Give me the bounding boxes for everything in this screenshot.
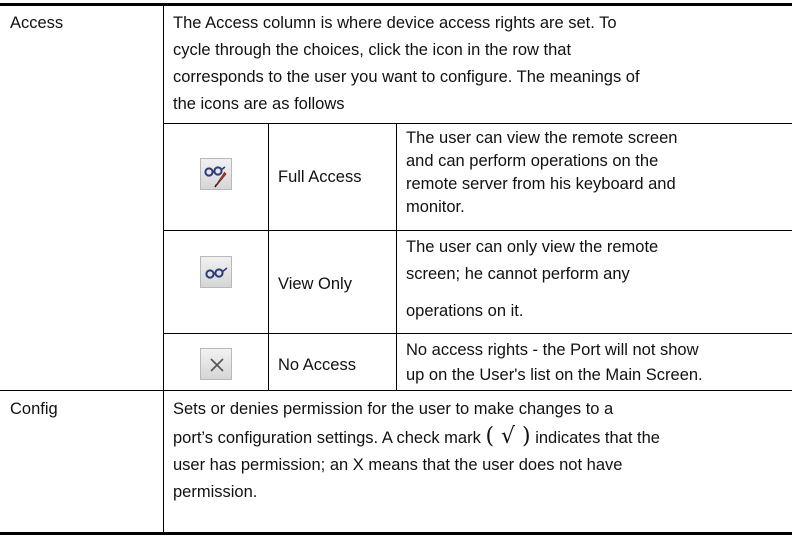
access-label: Access <box>10 14 64 32</box>
icon-column-divider <box>268 123 269 390</box>
access-description-line: the icons are as follows <box>173 95 345 113</box>
config-line2-after: indicates that the <box>530 429 660 447</box>
no-access-name: No Access <box>278 356 356 374</box>
config-description-line: user has permission; an X means that the… <box>173 456 623 474</box>
check-mark-symbol: ( √ ) <box>485 424 531 449</box>
config-label: Config <box>10 400 58 418</box>
view-only-row-divider <box>163 333 792 334</box>
access-description-divider <box>163 123 792 124</box>
access-description-line: cycle through the choices, click the ico… <box>173 41 572 59</box>
config-description-line: port’s configuration settings. A check m… <box>173 424 660 451</box>
full-access-description-line: remote server from his keyboard and <box>406 175 676 193</box>
full-access-description-line: The user can view the remote screen <box>406 129 678 147</box>
access-config-divider <box>0 390 792 391</box>
table-top-rule <box>0 3 792 6</box>
full-access-description-line: and can perform operations on the <box>406 152 659 170</box>
table-bottom-rule <box>0 532 792 535</box>
view-only-description-line: The user can only view the remote <box>406 238 659 256</box>
view-only-description-line: operations on it. <box>406 302 524 320</box>
config-line2-before: port’s configuration settings. A check m… <box>173 429 486 447</box>
view-only-description-line: screen; he cannot perform any <box>406 265 630 283</box>
config-description-line: Sets or denies permission for the user t… <box>173 400 614 418</box>
full-access-description-line: monitor. <box>406 198 465 216</box>
full-access-row-divider <box>163 230 792 231</box>
label-column-divider <box>163 6 164 532</box>
config-description-line: permission. <box>173 483 258 501</box>
no-access-icon <box>200 348 232 380</box>
name-column-divider <box>396 123 397 390</box>
view-only-name: View Only <box>278 275 352 293</box>
access-config-table: Access The Access column is where device… <box>0 0 792 537</box>
view-only-icon <box>200 256 232 288</box>
no-access-description-line: up on the User's list on the Main Screen… <box>406 366 703 384</box>
no-access-description-line: No access rights - the Port will not sho… <box>406 341 699 359</box>
full-access-name: Full Access <box>278 168 362 186</box>
access-description-line: The Access column is where device access… <box>173 14 617 32</box>
access-description-line: corresponds to the user you want to conf… <box>173 68 640 86</box>
full-access-icon <box>200 158 232 190</box>
